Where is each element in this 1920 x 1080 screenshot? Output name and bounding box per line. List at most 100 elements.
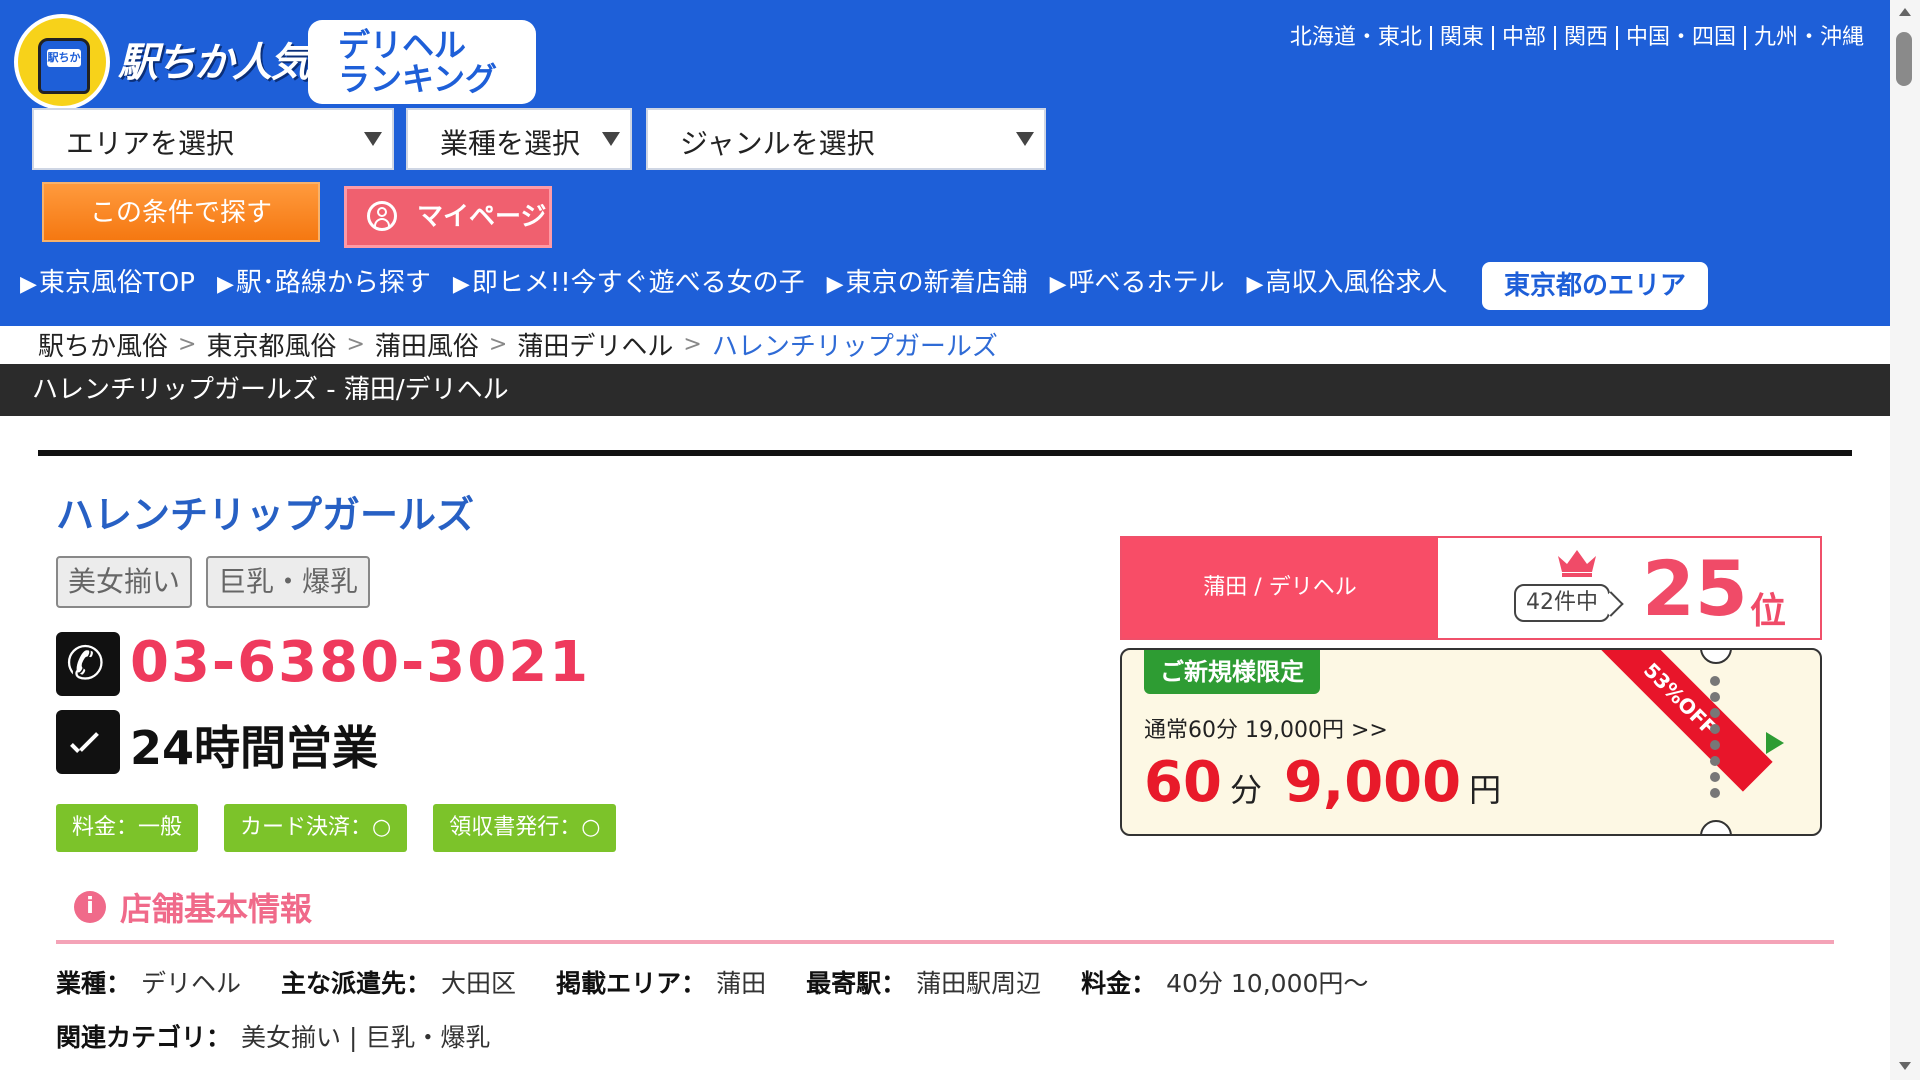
shop-name: ハレンチリップガールズ bbox=[56, 493, 475, 537]
ticket-notch bbox=[1700, 650, 1732, 664]
basic-info-row-1: 業種： デリヘル 主な派遣先： 大田区 掲載エリア： 蒲田 最寄駅： 蒲田駅周辺… bbox=[56, 964, 1408, 1000]
play-arrow-icon[interactable] bbox=[1766, 732, 1784, 754]
breadcrumb-item[interactable]: 蒲田デリヘル bbox=[517, 326, 673, 363]
triangle-right-icon: ▶ bbox=[826, 272, 844, 297]
scroll-up-icon[interactable] bbox=[1899, 8, 1911, 16]
triangle-right-icon: ▶ bbox=[1246, 272, 1264, 297]
breadcrumb: 駅ちか風俗 > 東京都風俗 > 蒲田風俗 > 蒲田デリヘル > ハレンチリップガ… bbox=[38, 326, 998, 362]
region-link-kansai[interactable]: 関西 bbox=[1553, 26, 1616, 50]
triangle-right-icon: ▶ bbox=[452, 272, 470, 297]
info-icon: i bbox=[74, 891, 106, 923]
genre-select[interactable]: ジャンルを選択 bbox=[646, 108, 1046, 170]
clock-icon bbox=[56, 710, 120, 774]
ranking-logo-line1: デリヘル bbox=[338, 26, 467, 64]
nav-hotels[interactable]: ▶呼べるホテル bbox=[1050, 262, 1225, 299]
info-value: 40分 10,000円〜 bbox=[1166, 969, 1369, 998]
nav-new-shops[interactable]: ▶東京の新着店舗 bbox=[827, 262, 1028, 299]
breadcrumb-item[interactable]: 駅ちか風俗 bbox=[38, 326, 168, 363]
caret-down-icon bbox=[602, 132, 620, 146]
phone-icon: ✆ bbox=[56, 632, 120, 696]
nav-tokyo-top[interactable]: ▶東京風俗TOP bbox=[20, 262, 195, 299]
scrollbar-thumb[interactable] bbox=[1896, 32, 1912, 86]
caret-down-icon bbox=[364, 132, 382, 146]
breadcrumb-item[interactable]: 東京都風俗 bbox=[206, 326, 336, 363]
coupon-minutes-unit: 分 bbox=[1229, 771, 1262, 809]
site-header: 駅ちか 駅ちか人気! デリヘル ランキング 北海道・東北 関東 中部 関西 中国… bbox=[0, 0, 1890, 326]
region-link-hokkaido-tohoku[interactable]: 北海道・東北 bbox=[1282, 26, 1430, 50]
info-key: 業種： bbox=[56, 969, 132, 998]
feature-tag-receipt: 領収書発行：○ bbox=[433, 804, 617, 852]
ranking-logo-line2: ランキング bbox=[338, 60, 498, 98]
region-link-kanto[interactable]: 関東 bbox=[1429, 26, 1492, 50]
scrollbar[interactable] bbox=[1890, 0, 1920, 1080]
ranking-unit: 位 bbox=[1750, 591, 1787, 632]
info-value: 大田区 bbox=[441, 969, 517, 998]
search-button[interactable]: この条件で探す bbox=[42, 182, 320, 242]
mypage-button-label: マイページ bbox=[417, 202, 547, 232]
info-key: 掲載エリア： bbox=[556, 969, 707, 998]
ranking-count: 42件中 bbox=[1514, 584, 1610, 622]
info-value-categories[interactable]: 美女揃い | 巨乳・爆乳 bbox=[241, 1018, 490, 1054]
triangle-right-icon: ▶ bbox=[1049, 272, 1067, 297]
region-links: 北海道・東北 関東 中部 関西 中国・四国 九州・沖縄 bbox=[1282, 26, 1872, 50]
discount-ribbon: 53%OFF bbox=[1587, 650, 1773, 792]
divider bbox=[38, 450, 1852, 456]
type-select[interactable]: 業種を選択 bbox=[406, 108, 632, 170]
area-select-value: エリアを選択 bbox=[66, 127, 235, 160]
shop-tag[interactable]: 美女揃い bbox=[56, 556, 193, 608]
info-key: 関連カテゴリ： bbox=[56, 1023, 232, 1052]
coupon-minutes: 60 bbox=[1144, 750, 1222, 815]
triangle-right-icon: ▶ bbox=[216, 272, 234, 297]
site-logo[interactable]: 駅ちか人気! bbox=[118, 30, 326, 88]
nav-available-now[interactable]: ▶即ヒメ!!今すぐ遊べる女の子 bbox=[453, 262, 805, 299]
region-link-chubu[interactable]: 中部 bbox=[1491, 26, 1554, 50]
area-select[interactable]: エリアを選択 bbox=[32, 108, 394, 170]
main-nav: ▶東京風俗TOP ▶駅･路線から探す ▶即ヒメ!!今すぐ遊べる女の子 ▶東京の新… bbox=[20, 262, 1469, 299]
info-value: 蒲田駅周辺 bbox=[916, 969, 1042, 998]
breadcrumb-separator: > bbox=[488, 331, 508, 357]
logo-badge-icon[interactable]: 駅ちか bbox=[14, 14, 110, 110]
info-key: 最寄駅： bbox=[806, 969, 907, 998]
feature-tag-card: カード決済：○ bbox=[224, 804, 408, 852]
info-key: 主な派遣先： bbox=[281, 969, 432, 998]
new-customer-coupon[interactable]: ご新規様限定 通常60分 19,000円 >> 60 分 9,000 円 53%… bbox=[1120, 648, 1822, 836]
breadcrumb-item[interactable]: 蒲田風俗 bbox=[375, 326, 479, 363]
ticket-perforation bbox=[1710, 676, 1720, 816]
nav-jobs[interactable]: ▶高収入風俗求人 bbox=[1247, 262, 1448, 299]
breadcrumb-separator: > bbox=[683, 331, 702, 357]
ticket-notch bbox=[1700, 820, 1732, 834]
basic-info-heading: i 店舗基本情報 bbox=[74, 884, 312, 930]
coupon-normal-price: 通常60分 19,000円 >> bbox=[1144, 718, 1388, 743]
page-title: ハレンチリップガールズ - 蒲田/デリヘル bbox=[0, 364, 1890, 416]
mypage-button[interactable]: マイページ bbox=[344, 186, 552, 248]
region-link-chugoku-shikoku[interactable]: 中国・四国 bbox=[1615, 26, 1744, 50]
ranking-position: 25 bbox=[1642, 544, 1748, 633]
shop-tags: 美女揃い 巨乳・爆乳 bbox=[56, 556, 384, 608]
breadcrumb-current: ハレンチリップガールズ bbox=[711, 331, 998, 362]
feature-tags: 料金：一般 カード決済：○ 領収書発行：○ bbox=[56, 804, 642, 852]
tokyo-area-button[interactable]: 東京都のエリア bbox=[1482, 262, 1708, 310]
phone-number[interactable]: 03-6380-3021 bbox=[130, 630, 590, 695]
train-icon: 駅ちか bbox=[38, 38, 90, 94]
breadcrumb-separator: > bbox=[178, 331, 197, 357]
coupon-price: 60 分 9,000 円 bbox=[1144, 750, 1523, 815]
section-divider bbox=[56, 940, 1834, 944]
basic-info-row-2: 関連カテゴリ： 美女揃い | 巨乳・爆乳 bbox=[56, 1018, 530, 1054]
breadcrumb-separator: > bbox=[346, 331, 365, 357]
ranking-label: 蒲田 / デリヘル bbox=[1122, 538, 1438, 638]
info-value: デリヘル bbox=[141, 969, 242, 998]
crown-icon bbox=[1558, 550, 1596, 577]
caret-down-icon bbox=[1016, 132, 1034, 146]
logo-badge-text: 駅ちか bbox=[47, 51, 81, 64]
coupon-price-unit: 円 bbox=[1469, 771, 1502, 809]
coupon-price-value: 9,000 bbox=[1283, 750, 1462, 815]
ranking-box[interactable]: 蒲田 / デリヘル 42件中 25 位 bbox=[1120, 536, 1822, 640]
user-icon bbox=[367, 201, 397, 231]
genre-select-value: ジャンルを選択 bbox=[680, 127, 875, 160]
nav-station-search[interactable]: ▶駅･路線から探す bbox=[217, 262, 431, 299]
region-link-kyushu-okinawa[interactable]: 九州・沖縄 bbox=[1743, 26, 1872, 50]
scroll-down-icon[interactable] bbox=[1899, 1062, 1911, 1070]
shop-tag[interactable]: 巨乳・爆乳 bbox=[206, 556, 371, 608]
ranking-logo[interactable]: デリヘル ランキング bbox=[308, 20, 536, 104]
triangle-right-icon: ▶ bbox=[20, 272, 37, 297]
